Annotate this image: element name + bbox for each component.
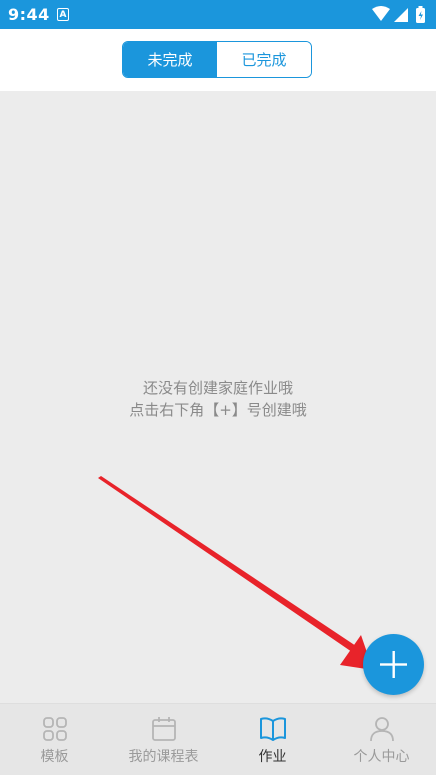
- bottom-nav: 模板 我的课程表 作业 个人中心: [0, 703, 436, 775]
- empty-state-line-1: 还没有创建家庭作业哦: [142, 379, 293, 397]
- calendar-icon: [151, 717, 176, 741]
- grid-icon: [42, 717, 67, 741]
- homework-list-area: 还没有创建家庭作业哦 点击右下角【+】号创建哦: [0, 91, 436, 703]
- nav-label-schedule: 我的课程表: [128, 749, 199, 765]
- book-icon: [259, 717, 286, 741]
- status-icons: [372, 6, 425, 23]
- battery-icon: [416, 6, 425, 23]
- wifi-icon: [372, 6, 390, 21]
- nav-label-homework: 作业: [258, 749, 287, 765]
- empty-state-line-2: 点击右下角【+】号创建哦: [129, 401, 307, 419]
- status-bar: 9:44 A: [0, 0, 436, 29]
- tab-incomplete[interactable]: 未完成: [123, 42, 217, 77]
- nav-item-profile[interactable]: 个人中心: [327, 704, 436, 775]
- nav-item-templates[interactable]: 模板: [0, 704, 109, 775]
- status-time: 9:44: [8, 5, 50, 24]
- tab-completed[interactable]: 已完成: [217, 42, 311, 77]
- add-homework-button[interactable]: [363, 634, 424, 695]
- empty-state-message: 还没有创建家庭作业哦 点击右下角【+】号创建哦: [0, 377, 436, 421]
- plus-icon: [380, 651, 407, 678]
- nav-label-profile: 个人中心: [353, 749, 410, 765]
- notification-a-icon: A: [57, 8, 69, 21]
- nav-item-schedule[interactable]: 我的课程表: [109, 704, 218, 775]
- nav-item-homework[interactable]: 作业: [218, 704, 327, 775]
- person-icon: [369, 717, 394, 742]
- status-segmented-control: 未完成 已完成: [122, 41, 312, 78]
- top-bar: 未完成 已完成: [0, 29, 436, 91]
- nav-label-templates: 模板: [40, 749, 69, 765]
- signal-icon: [394, 8, 408, 22]
